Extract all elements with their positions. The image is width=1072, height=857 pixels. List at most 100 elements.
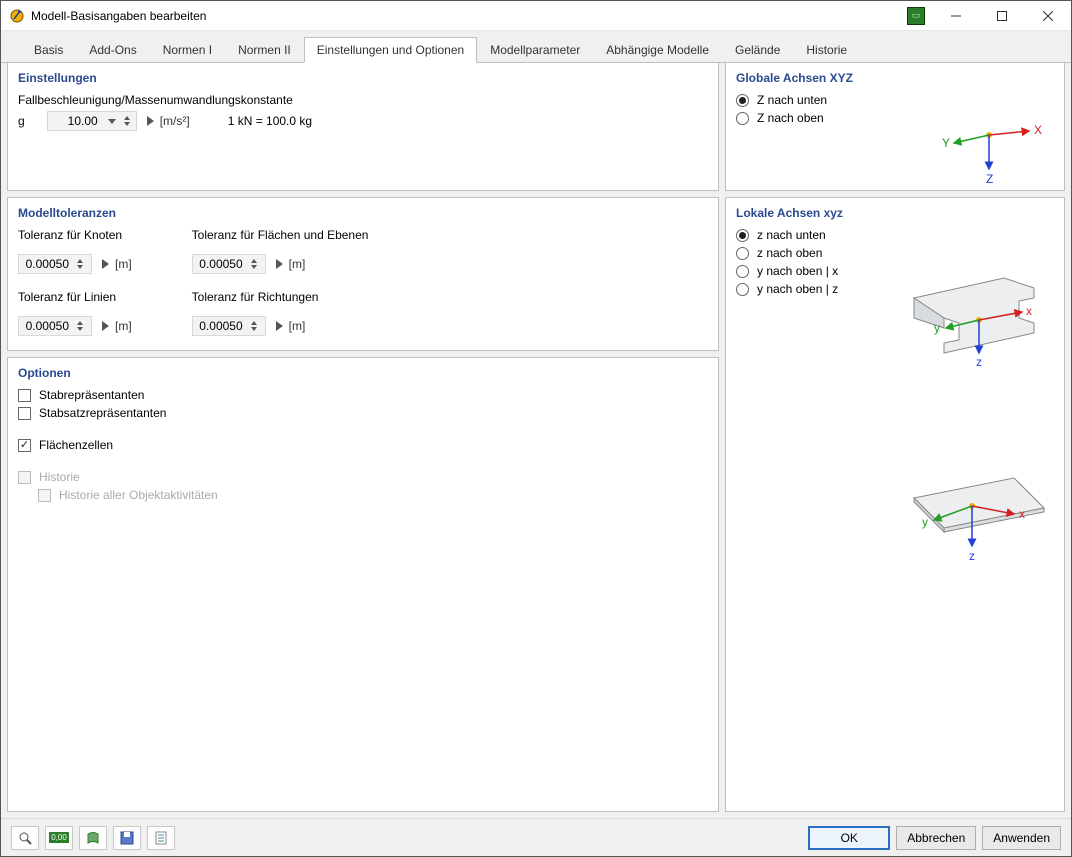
group-title-optionen: Optionen xyxy=(18,366,708,380)
radio-icon xyxy=(736,112,749,125)
apply-arrow-icon[interactable] xyxy=(147,116,154,126)
tab-addons[interactable]: Add-Ons xyxy=(76,37,149,63)
radio-icon xyxy=(736,283,749,296)
tab-einstellungen-optionen[interactable]: Einstellungen und Optionen xyxy=(304,37,477,63)
svg-text:x: x xyxy=(1026,304,1032,318)
label-toleranz-linien: Toleranz für Linien xyxy=(18,290,132,304)
tab-normen1[interactable]: Normen I xyxy=(150,37,225,63)
magnifier-icon xyxy=(18,831,32,845)
kn-conversion: 1 kN = 100.0 kg xyxy=(228,114,312,128)
radio-label: Z nach unten xyxy=(757,93,827,107)
tab-basis[interactable]: Basis xyxy=(21,37,76,63)
save-button[interactable] xyxy=(113,826,141,850)
checkbox-icon: ✓ xyxy=(18,439,31,452)
apply-button[interactable]: Anwenden xyxy=(982,826,1061,850)
input-toleranz-linien[interactable]: 0.00050 xyxy=(18,316,92,336)
checkbox-icon xyxy=(18,389,31,402)
help-button[interactable] xyxy=(11,826,39,850)
group-title-globale-achsen: Globale Achsen XYZ xyxy=(736,71,1054,85)
checkbox-label: Stabsatzrepräsentanten xyxy=(39,406,166,420)
radio-label: z nach unten xyxy=(757,228,826,242)
book-icon xyxy=(86,831,100,845)
tab-gelaende[interactable]: Gelände xyxy=(722,37,793,63)
label-toleranz-richtungen: Toleranz für Richtungen xyxy=(192,290,369,304)
spinner[interactable] xyxy=(77,259,87,269)
checkbox-icon xyxy=(18,471,31,484)
group-einstellungen: Einstellungen Fallbeschleunigung/Massenu… xyxy=(7,63,719,191)
tab-abhaengige-modelle[interactable]: Abhängige Modelle xyxy=(593,37,722,63)
checkbox-label: Historie xyxy=(39,470,80,484)
svg-text:y: y xyxy=(922,515,928,529)
checkbox-flaechenzellen[interactable]: ✓ Flächenzellen xyxy=(18,438,708,452)
input-toleranz-knoten[interactable]: 0.00050 xyxy=(18,254,92,274)
svg-text:Z: Z xyxy=(986,172,993,186)
list-icon xyxy=(154,831,168,845)
input-toleranz-richtungen[interactable]: 0.00050 xyxy=(192,316,266,336)
radio-icon xyxy=(736,94,749,107)
tab-normen2[interactable]: Normen II xyxy=(225,37,304,63)
group-lokale-achsen: Lokale Achsen xyz z nach unten z nach ob… xyxy=(725,197,1065,812)
spinner[interactable] xyxy=(77,321,87,331)
clipboard-button[interactable] xyxy=(147,826,175,850)
save-icon xyxy=(120,831,134,845)
tab-bar: Basis Add-Ons Normen I Normen II Einstel… xyxy=(1,31,1071,63)
app-icon xyxy=(9,8,25,24)
svg-text:Y: Y xyxy=(942,136,950,150)
tab-modellparameter[interactable]: Modellparameter xyxy=(477,37,593,63)
label-toleranz-flaechen: Toleranz für Flächen und Ebenen xyxy=(192,228,369,242)
refresh-button[interactable] xyxy=(79,826,107,850)
unit-m: [m] xyxy=(289,257,306,271)
svg-text:z: z xyxy=(969,549,975,563)
checkbox-label: Historie aller Objektaktivitäten xyxy=(59,488,218,502)
dropdown-icon[interactable] xyxy=(108,119,116,124)
titlebar: Modell-Basisangaben bearbeiten ▭ xyxy=(1,1,1071,31)
spinner[interactable] xyxy=(251,259,261,269)
apply-arrow-icon[interactable] xyxy=(276,259,283,269)
svg-text:z: z xyxy=(976,355,982,368)
system-monitor-icon[interactable]: ▭ xyxy=(907,7,925,25)
checkbox-label: Stabrepräsentanten xyxy=(39,388,144,402)
tab-historie[interactable]: Historie xyxy=(793,37,860,63)
units-button[interactable]: 0,00 xyxy=(45,826,73,850)
unit-m: [m] xyxy=(115,257,132,271)
gravity-spinner[interactable] xyxy=(124,116,132,126)
checkbox-historie: Historie xyxy=(18,470,708,484)
maximize-button[interactable] xyxy=(979,1,1025,31)
g-symbol: g xyxy=(18,114,25,128)
radio-icon xyxy=(736,265,749,278)
gravity-value: 10.00 xyxy=(52,114,100,128)
group-globale-achsen: Globale Achsen XYZ Z nach unten Z nach o… xyxy=(725,63,1065,191)
minimize-button[interactable] xyxy=(933,1,979,31)
svg-text:x: x xyxy=(1019,507,1025,521)
input-toleranz-flaechen[interactable]: 0.00050 xyxy=(192,254,266,274)
checkbox-stabrepraesentanten[interactable]: Stabrepräsentanten xyxy=(18,388,708,402)
radio-label: Z nach oben xyxy=(757,111,824,125)
apply-arrow-icon[interactable] xyxy=(276,321,283,331)
apply-arrow-icon[interactable] xyxy=(102,321,109,331)
ok-button[interactable]: OK xyxy=(808,826,890,850)
beam-diagram: x y z xyxy=(904,268,1054,368)
spinner[interactable] xyxy=(251,321,261,331)
checkbox-historie-alle: Historie aller Objektaktivitäten xyxy=(38,488,708,502)
group-modelltoleranzen: Modelltoleranzen Toleranz für Knoten 0.0… xyxy=(7,197,719,351)
group-title-einstellungen: Einstellungen xyxy=(18,71,708,85)
cancel-button[interactable]: Abbrechen xyxy=(896,826,976,850)
apply-arrow-icon[interactable] xyxy=(102,259,109,269)
radio-icon xyxy=(736,247,749,260)
window-title: Modell-Basisangaben bearbeiten xyxy=(31,9,907,23)
label-toleranz-knoten: Toleranz für Knoten xyxy=(18,228,132,242)
radio-label: z nach oben xyxy=(757,246,822,260)
group-title-lokale-achsen: Lokale Achsen xyz xyxy=(736,206,1054,220)
checkbox-label: Flächenzellen xyxy=(39,438,113,452)
gravity-input[interactable]: 10.00 xyxy=(47,111,137,131)
radio-lz-oben[interactable]: z nach oben xyxy=(736,246,1054,260)
plate-diagram: x y z xyxy=(894,458,1054,568)
dialog-window: Modell-Basisangaben bearbeiten ▭ Basis A… xyxy=(0,0,1072,857)
checkbox-icon xyxy=(18,407,31,420)
checkbox-stabsatzrepraesentanten[interactable]: Stabsatzrepräsentanten xyxy=(18,406,708,420)
radio-z-unten[interactable]: Z nach unten xyxy=(736,93,1054,107)
radio-label: y nach oben | z xyxy=(757,282,838,296)
close-button[interactable] xyxy=(1025,1,1071,31)
gravity-unit: [m/s²] xyxy=(160,114,190,128)
radio-lz-unten[interactable]: z nach unten xyxy=(736,228,1054,242)
